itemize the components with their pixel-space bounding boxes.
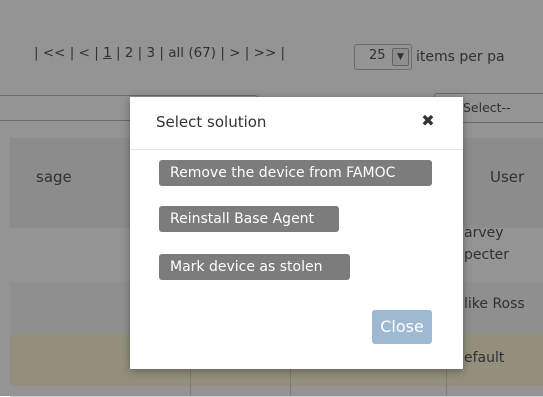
reinstall-base-agent-button[interactable]: Reinstall Base Agent (159, 206, 339, 232)
remove-device-button[interactable]: Remove the device from FAMOC (159, 160, 432, 186)
close-button[interactable]: Close (372, 310, 432, 344)
close-icon[interactable]: ✖ (416, 109, 440, 133)
select-solution-dialog: Select solution ✖ Remove the device from… (130, 97, 463, 369)
mark-device-stolen-button[interactable]: Mark device as stolen (159, 254, 350, 280)
dialog-title: Select solution (156, 113, 267, 131)
dialog-header: Select solution ✖ (130, 97, 463, 150)
